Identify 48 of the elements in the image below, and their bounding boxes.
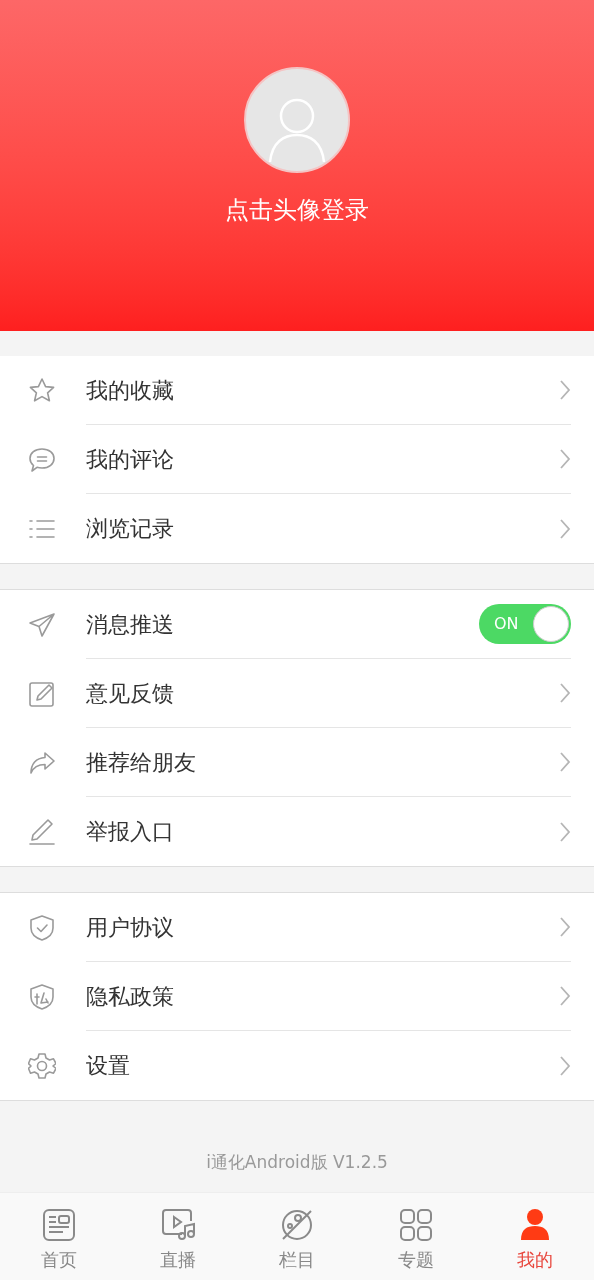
tab[interactable]: 专题	[356, 1193, 476, 1280]
settings-icon	[28, 1051, 56, 1080]
menu-row[interactable]: 用户协议	[0, 893, 594, 962]
pencil-icon	[28, 817, 56, 846]
menu-label: 意见反馈	[86, 679, 175, 708]
chevron-right-icon	[559, 379, 571, 401]
chevron-right-icon	[559, 448, 571, 470]
menu-label: 消息推送	[86, 610, 175, 639]
menu-row[interactable]: 举报入口	[0, 797, 594, 866]
menu-row[interactable]: 浏览记录	[0, 494, 594, 563]
toggle-text: ON	[494, 613, 519, 635]
menu-label: 举报入口	[86, 818, 175, 846]
chevron-right-icon	[559, 820, 571, 843]
menu-row[interactable]: 隐私政策	[0, 962, 594, 1031]
newspaper-icon	[41, 1207, 78, 1243]
version-text: i通化Android版 V1.2.5	[206, 1150, 388, 1174]
avatar-icon[interactable]	[244, 67, 350, 173]
tab[interactable]: 我的	[475, 1193, 594, 1280]
menu-row[interactable]: 设置	[0, 1031, 594, 1100]
menu-label: 我的评论	[86, 445, 175, 474]
shield-check-icon	[28, 913, 56, 942]
menu-label: 用户协议	[86, 913, 175, 942]
edit-icon	[28, 679, 56, 708]
tab[interactable]: 栏目	[237, 1193, 357, 1280]
menu-row[interactable]: 我的评论	[0, 425, 594, 494]
menu-label: 我的收藏	[86, 376, 175, 405]
menu-label: 设置	[86, 1052, 131, 1080]
menu-label: 推荐给朋友	[86, 748, 197, 777]
menu-label: 浏览记录	[86, 515, 175, 543]
menu-row[interactable]: 意见反馈	[0, 659, 594, 728]
chevron-right-icon	[559, 916, 571, 938]
chevron-right-icon	[559, 517, 571, 540]
toggle-knob	[533, 606, 569, 642]
shield-icon	[28, 982, 56, 1011]
grid-icon	[397, 1207, 434, 1243]
send-icon	[28, 610, 56, 639]
chevron-right-icon	[559, 682, 571, 704]
menu-label: 隐私政策	[86, 982, 175, 1011]
video-music-icon	[160, 1207, 197, 1243]
chevron-right-icon	[559, 1054, 571, 1077]
chevron-right-icon	[559, 985, 571, 1007]
comment-icon	[28, 445, 56, 474]
menu-row[interactable]: 推荐给朋友	[0, 728, 594, 797]
menu-row[interactable]: 消息推送 ON	[0, 590, 594, 659]
planet-icon	[279, 1207, 315, 1243]
star-icon	[28, 376, 56, 405]
chevron-right-icon	[559, 751, 571, 773]
menu-row[interactable]: 我的收藏	[0, 356, 594, 425]
